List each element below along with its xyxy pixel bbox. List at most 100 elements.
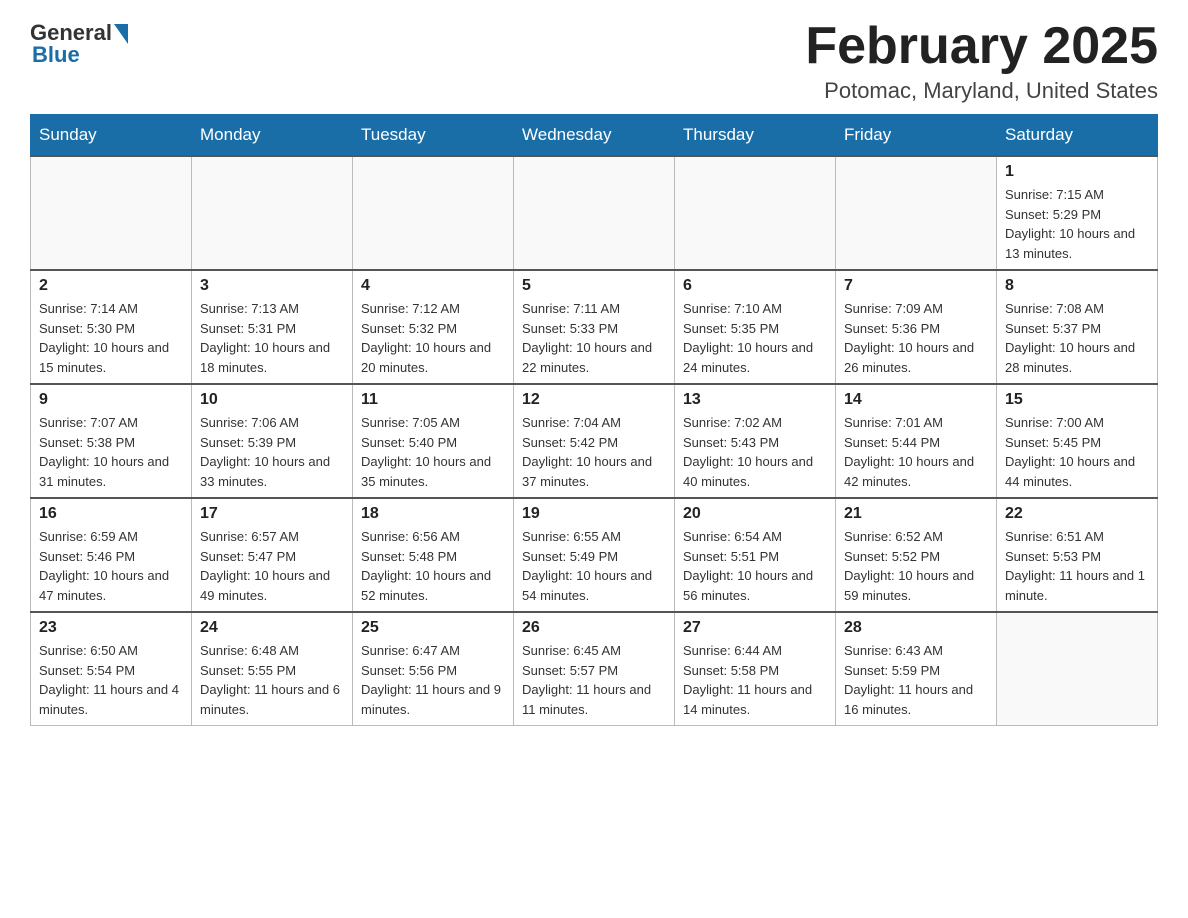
- day-info: Sunrise: 7:11 AM Sunset: 5:33 PM Dayligh…: [522, 299, 666, 377]
- day-info: Sunrise: 7:05 AM Sunset: 5:40 PM Dayligh…: [361, 413, 505, 491]
- day-info: Sunrise: 6:43 AM Sunset: 5:59 PM Dayligh…: [844, 641, 988, 719]
- calendar-day-cell: 18 Sunrise: 6:56 AM Sunset: 5:48 PM Dayli…: [353, 498, 514, 612]
- calendar-day-cell: 12 Sunrise: 7:04 AM Sunset: 5:42 PM Dayli…: [514, 384, 675, 498]
- day-number: 18: [361, 505, 505, 523]
- day-info: Sunrise: 6:47 AM Sunset: 5:56 PM Dayligh…: [361, 641, 505, 719]
- day-info: Sunrise: 7:02 AM Sunset: 5:43 PM Dayligh…: [683, 413, 827, 491]
- day-number: 1: [1005, 163, 1149, 181]
- calendar-day-cell: 9 Sunrise: 7:07 AM Sunset: 5:38 PM Daylig…: [31, 384, 192, 498]
- calendar-day-cell: 5 Sunrise: 7:11 AM Sunset: 5:33 PM Daylig…: [514, 270, 675, 384]
- calendar-day-cell: 10Sunrise: 7:06 AM Sunset: 5:39 PM Dayli…: [192, 384, 353, 498]
- calendar-day-cell: 19 Sunrise: 6:55 AM Sunset: 5:49 PM Dayli…: [514, 498, 675, 612]
- day-of-week-header: Sunday: [31, 115, 192, 157]
- day-number: 22: [1005, 505, 1149, 523]
- day-number: 4: [361, 277, 505, 295]
- day-info: Sunrise: 6:57 AM Sunset: 5:47 PM Dayligh…: [200, 527, 344, 605]
- logo: General Blue: [30, 20, 128, 68]
- calendar-day-cell: 11 Sunrise: 7:05 AM Sunset: 5:40 PM Dayli…: [353, 384, 514, 498]
- calendar-day-cell: [514, 156, 675, 270]
- day-number: 26: [522, 619, 666, 637]
- day-info: Sunrise: 6:48 AM Sunset: 5:55 PM Dayligh…: [200, 641, 344, 719]
- day-of-week-header: Monday: [192, 115, 353, 157]
- day-of-week-header: Friday: [836, 115, 997, 157]
- calendar-day-cell: 4 Sunrise: 7:12 AM Sunset: 5:32 PM Daylig…: [353, 270, 514, 384]
- day-number: 17: [200, 505, 344, 523]
- calendar-day-cell: 28 Sunrise: 6:43 AM Sunset: 5:59 PM Dayli…: [836, 612, 997, 726]
- day-number: 14: [844, 391, 988, 409]
- day-of-week-header: Wednesday: [514, 115, 675, 157]
- calendar-day-cell: 16 Sunrise: 6:59 AM Sunset: 5:46 PM Dayli…: [31, 498, 192, 612]
- day-info: Sunrise: 7:00 AM Sunset: 5:45 PM Dayligh…: [1005, 413, 1149, 491]
- day-number: 7: [844, 277, 988, 295]
- day-info: Sunrise: 7:12 AM Sunset: 5:32 PM Dayligh…: [361, 299, 505, 377]
- calendar-day-cell: 6 Sunrise: 7:10 AM Sunset: 5:35 PM Daylig…: [675, 270, 836, 384]
- day-info: Sunrise: 7:13 AM Sunset: 5:31 PM Dayligh…: [200, 299, 344, 377]
- day-number: 19: [522, 505, 666, 523]
- day-number: 11: [361, 391, 505, 409]
- day-info: Sunrise: 7:07 AM Sunset: 5:38 PM Dayligh…: [39, 413, 183, 491]
- calendar-day-cell: 27Sunrise: 6:44 AM Sunset: 5:58 PM Dayli…: [675, 612, 836, 726]
- calendar-day-cell: 8 Sunrise: 7:08 AM Sunset: 5:37 PM Daylig…: [997, 270, 1158, 384]
- calendar-day-cell: 22 Sunrise: 6:51 AM Sunset: 5:53 PM Dayli…: [997, 498, 1158, 612]
- day-info: Sunrise: 7:15 AM Sunset: 5:29 PM Dayligh…: [1005, 185, 1149, 263]
- calendar-day-cell: 2 Sunrise: 7:14 AM Sunset: 5:30 PM Daylig…: [31, 270, 192, 384]
- month-title: February 2025: [805, 20, 1158, 72]
- day-number: 16: [39, 505, 183, 523]
- location-title: Potomac, Maryland, United States: [805, 78, 1158, 104]
- day-number: 8: [1005, 277, 1149, 295]
- day-info: Sunrise: 6:52 AM Sunset: 5:52 PM Dayligh…: [844, 527, 988, 605]
- day-number: 5: [522, 277, 666, 295]
- day-info: Sunrise: 6:51 AM Sunset: 5:53 PM Dayligh…: [1005, 527, 1149, 605]
- calendar-day-cell: [997, 612, 1158, 726]
- day-number: 21: [844, 505, 988, 523]
- calendar-day-cell: 17 Sunrise: 6:57 AM Sunset: 5:47 PM Dayli…: [192, 498, 353, 612]
- calendar-day-cell: [192, 156, 353, 270]
- day-number: 13: [683, 391, 827, 409]
- day-number: 10: [200, 391, 344, 409]
- day-number: 12: [522, 391, 666, 409]
- calendar-day-cell: [31, 156, 192, 270]
- day-info: Sunrise: 6:56 AM Sunset: 5:48 PM Dayligh…: [361, 527, 505, 605]
- calendar-header-row: SundayMondayTuesdayWednesdayThursdayFrid…: [31, 115, 1158, 157]
- day-number: 28: [844, 619, 988, 637]
- day-number: 20: [683, 505, 827, 523]
- day-of-week-header: Saturday: [997, 115, 1158, 157]
- calendar-day-cell: 20 Sunrise: 6:54 AM Sunset: 5:51 PM Dayli…: [675, 498, 836, 612]
- day-info: Sunrise: 6:54 AM Sunset: 5:51 PM Dayligh…: [683, 527, 827, 605]
- calendar-day-cell: 1 Sunrise: 7:15 AM Sunset: 5:29 PM Daylig…: [997, 156, 1158, 270]
- day-number: 24: [200, 619, 344, 637]
- logo-arrow-icon: [114, 24, 128, 44]
- day-info: Sunrise: 7:08 AM Sunset: 5:37 PM Dayligh…: [1005, 299, 1149, 377]
- day-info: Sunrise: 7:10 AM Sunset: 5:35 PM Dayligh…: [683, 299, 827, 377]
- calendar-day-cell: 25 Sunrise: 6:47 AM Sunset: 5:56 PM Dayli…: [353, 612, 514, 726]
- day-number: 3: [200, 277, 344, 295]
- calendar-week-row: 16 Sunrise: 6:59 AM Sunset: 5:46 PM Dayli…: [31, 498, 1158, 612]
- calendar-day-cell: 21 Sunrise: 6:52 AM Sunset: 5:52 PM Dayli…: [836, 498, 997, 612]
- calendar-week-row: 2 Sunrise: 7:14 AM Sunset: 5:30 PM Daylig…: [31, 270, 1158, 384]
- calendar-day-cell: 7 Sunrise: 7:09 AM Sunset: 5:36 PM Daylig…: [836, 270, 997, 384]
- day-number: 2: [39, 277, 183, 295]
- day-number: 15: [1005, 391, 1149, 409]
- title-section: February 2025 Potomac, Maryland, United …: [805, 20, 1158, 104]
- day-info: Sunrise: 6:55 AM Sunset: 5:49 PM Dayligh…: [522, 527, 666, 605]
- calendar-day-cell: 3 Sunrise: 7:13 AM Sunset: 5:31 PM Daylig…: [192, 270, 353, 384]
- day-info: Sunrise: 7:01 AM Sunset: 5:44 PM Dayligh…: [844, 413, 988, 491]
- day-info: Sunrise: 7:14 AM Sunset: 5:30 PM Dayligh…: [39, 299, 183, 377]
- calendar-day-cell: 23Sunrise: 6:50 AM Sunset: 5:54 PM Dayli…: [31, 612, 192, 726]
- day-of-week-header: Tuesday: [353, 115, 514, 157]
- day-number: 25: [361, 619, 505, 637]
- page-header: General Blue February 2025 Potomac, Mary…: [30, 20, 1158, 104]
- calendar-week-row: 1 Sunrise: 7:15 AM Sunset: 5:29 PM Daylig…: [31, 156, 1158, 270]
- calendar-table: SundayMondayTuesdayWednesdayThursdayFrid…: [30, 114, 1158, 726]
- calendar-week-row: 9 Sunrise: 7:07 AM Sunset: 5:38 PM Daylig…: [31, 384, 1158, 498]
- day-of-week-header: Thursday: [675, 115, 836, 157]
- calendar-week-row: 23Sunrise: 6:50 AM Sunset: 5:54 PM Dayli…: [31, 612, 1158, 726]
- calendar-day-cell: 24 Sunrise: 6:48 AM Sunset: 5:55 PM Dayli…: [192, 612, 353, 726]
- day-info: Sunrise: 7:04 AM Sunset: 5:42 PM Dayligh…: [522, 413, 666, 491]
- day-info: Sunrise: 6:59 AM Sunset: 5:46 PM Dayligh…: [39, 527, 183, 605]
- day-number: 6: [683, 277, 827, 295]
- day-number: 9: [39, 391, 183, 409]
- calendar-day-cell: 26Sunrise: 6:45 AM Sunset: 5:57 PM Dayli…: [514, 612, 675, 726]
- day-info: Sunrise: 7:09 AM Sunset: 5:36 PM Dayligh…: [844, 299, 988, 377]
- logo-blue-text: Blue: [30, 42, 80, 68]
